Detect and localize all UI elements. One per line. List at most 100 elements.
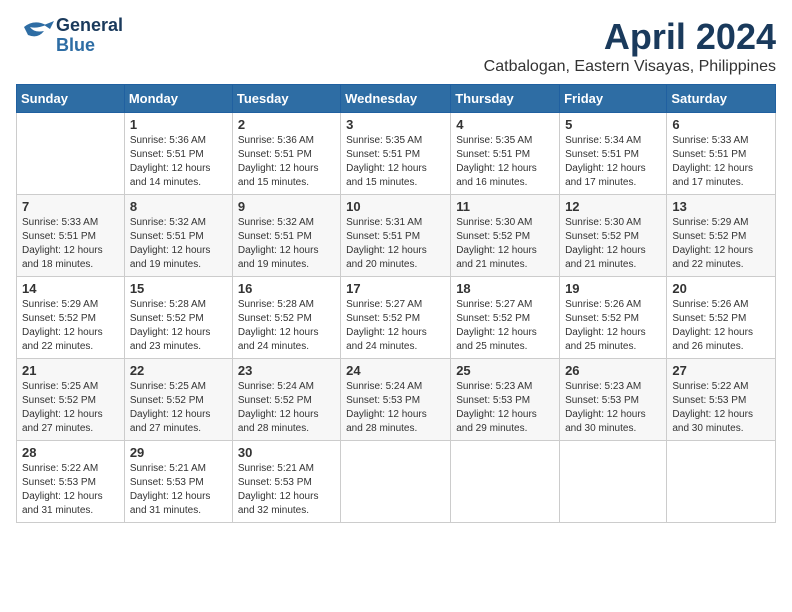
day-info: Sunrise: 5:23 AM Sunset: 5:53 PM Dayligh…: [565, 380, 661, 436]
week-row-3: 14 Sunrise: 5:29 AM Sunset: 5:52 PM Dayli…: [17, 277, 776, 359]
day-number: 23: [238, 363, 335, 378]
day-number: 22: [130, 363, 227, 378]
day-number: 7: [22, 199, 119, 214]
col-header-sunday: Sunday: [17, 85, 125, 113]
day-cell: 7 Sunrise: 5:33 AM Sunset: 5:51 PM Daylig…: [17, 195, 125, 277]
month-title: April 2024: [484, 16, 776, 58]
location-title: Catbalogan, Eastern Visayas, Philippines: [484, 58, 776, 76]
day-info: Sunrise: 5:32 AM Sunset: 5:51 PM Dayligh…: [238, 216, 335, 272]
day-cell: 22 Sunrise: 5:25 AM Sunset: 5:52 PM Dayli…: [124, 359, 232, 441]
day-cell: 30Sunrise: 5:21 AM Sunset: 5:53 PM Dayli…: [232, 441, 340, 523]
header-row: SundayMondayTuesdayWednesdayThursdayFrid…: [17, 85, 776, 113]
logo-icon: [16, 17, 54, 55]
day-number: 13: [672, 199, 770, 214]
week-row-2: 7 Sunrise: 5:33 AM Sunset: 5:51 PM Daylig…: [17, 195, 776, 277]
day-number: 6: [672, 117, 770, 132]
day-info: Sunrise: 5:26 AM Sunset: 5:52 PM Dayligh…: [672, 298, 770, 354]
day-number: 14: [22, 281, 119, 296]
day-info: Sunrise: 5:22 AM Sunset: 5:53 PM Dayligh…: [22, 462, 119, 518]
calendar-table: SundayMondayTuesdayWednesdayThursdayFrid…: [16, 84, 776, 523]
col-header-tuesday: Tuesday: [232, 85, 340, 113]
day-number: 1: [130, 117, 227, 132]
title-block: April 2024 Catbalogan, Eastern Visayas, …: [484, 16, 776, 76]
page-header: General Blue April 2024 Catbalogan, East…: [16, 16, 776, 76]
day-cell: 15Sunrise: 5:28 AM Sunset: 5:52 PM Dayli…: [124, 277, 232, 359]
col-header-thursday: Thursday: [451, 85, 560, 113]
day-cell: 29 Sunrise: 5:21 AM Sunset: 5:53 PM Dayli…: [124, 441, 232, 523]
day-number: 24: [346, 363, 445, 378]
day-cell: 25 Sunrise: 5:23 AM Sunset: 5:53 PM Dayli…: [451, 359, 560, 441]
day-cell: 20 Sunrise: 5:26 AM Sunset: 5:52 PM Dayli…: [667, 277, 776, 359]
day-cell: 18Sunrise: 5:27 AM Sunset: 5:52 PM Dayli…: [451, 277, 560, 359]
day-info: Sunrise: 5:22 AM Sunset: 5:53 PM Dayligh…: [672, 380, 770, 436]
day-info: Sunrise: 5:25 AM Sunset: 5:52 PM Dayligh…: [130, 380, 227, 436]
day-cell: [667, 441, 776, 523]
col-header-monday: Monday: [124, 85, 232, 113]
day-info: Sunrise: 5:35 AM Sunset: 5:51 PM Dayligh…: [346, 134, 445, 190]
day-number: 5: [565, 117, 661, 132]
day-info: Sunrise: 5:21 AM Sunset: 5:53 PM Dayligh…: [238, 462, 335, 518]
day-number: 26: [565, 363, 661, 378]
day-cell: 14 Sunrise: 5:29 AM Sunset: 5:52 PM Dayli…: [17, 277, 125, 359]
day-cell: 21Sunrise: 5:25 AM Sunset: 5:52 PM Dayli…: [17, 359, 125, 441]
day-cell: 9 Sunrise: 5:32 AM Sunset: 5:51 PM Daylig…: [232, 195, 340, 277]
day-info: Sunrise: 5:23 AM Sunset: 5:53 PM Dayligh…: [456, 380, 554, 436]
day-info: Sunrise: 5:21 AM Sunset: 5:53 PM Dayligh…: [130, 462, 227, 518]
day-cell: 8 Sunrise: 5:32 AM Sunset: 5:51 PM Daylig…: [124, 195, 232, 277]
day-cell: 4 Sunrise: 5:35 AM Sunset: 5:51 PM Daylig…: [451, 113, 560, 195]
day-info: Sunrise: 5:26 AM Sunset: 5:52 PM Dayligh…: [565, 298, 661, 354]
day-number: 12: [565, 199, 661, 214]
day-info: Sunrise: 5:30 AM Sunset: 5:52 PM Dayligh…: [456, 216, 554, 272]
day-cell: [451, 441, 560, 523]
day-cell: 23 Sunrise: 5:24 AM Sunset: 5:52 PM Dayli…: [232, 359, 340, 441]
day-info: Sunrise: 5:35 AM Sunset: 5:51 PM Dayligh…: [456, 134, 554, 190]
col-header-friday: Friday: [560, 85, 667, 113]
day-number: 8: [130, 199, 227, 214]
day-number: 3: [346, 117, 445, 132]
day-info: Sunrise: 5:28 AM Sunset: 5:52 PM Dayligh…: [238, 298, 335, 354]
col-header-saturday: Saturday: [667, 85, 776, 113]
day-info: Sunrise: 5:33 AM Sunset: 5:51 PM Dayligh…: [672, 134, 770, 190]
day-number: 20: [672, 281, 770, 296]
day-number: 4: [456, 117, 554, 132]
day-number: 9: [238, 199, 335, 214]
day-info: Sunrise: 5:33 AM Sunset: 5:51 PM Dayligh…: [22, 216, 119, 272]
day-cell: 19Sunrise: 5:26 AM Sunset: 5:52 PM Dayli…: [560, 277, 667, 359]
day-cell: 10Sunrise: 5:31 AM Sunset: 5:51 PM Dayli…: [341, 195, 451, 277]
day-number: 29: [130, 445, 227, 460]
day-info: Sunrise: 5:29 AM Sunset: 5:52 PM Dayligh…: [22, 298, 119, 354]
day-cell: 2Sunrise: 5:36 AM Sunset: 5:51 PM Daylig…: [232, 113, 340, 195]
week-row-5: 28 Sunrise: 5:22 AM Sunset: 5:53 PM Dayli…: [17, 441, 776, 523]
day-info: Sunrise: 5:24 AM Sunset: 5:53 PM Dayligh…: [346, 380, 445, 436]
day-number: 17: [346, 281, 445, 296]
day-number: 11: [456, 199, 554, 214]
day-info: Sunrise: 5:36 AM Sunset: 5:51 PM Dayligh…: [238, 134, 335, 190]
day-cell: 28 Sunrise: 5:22 AM Sunset: 5:53 PM Dayli…: [17, 441, 125, 523]
day-info: Sunrise: 5:30 AM Sunset: 5:52 PM Dayligh…: [565, 216, 661, 272]
day-number: 15: [130, 281, 227, 296]
week-row-1: 1 Sunrise: 5:36 AM Sunset: 5:51 PM Daylig…: [17, 113, 776, 195]
day-cell: 16 Sunrise: 5:28 AM Sunset: 5:52 PM Dayli…: [232, 277, 340, 359]
day-cell: 27Sunrise: 5:22 AM Sunset: 5:53 PM Dayli…: [667, 359, 776, 441]
day-info: Sunrise: 5:25 AM Sunset: 5:52 PM Dayligh…: [22, 380, 119, 436]
day-cell: 3 Sunrise: 5:35 AM Sunset: 5:51 PM Daylig…: [341, 113, 451, 195]
logo: General Blue: [16, 16, 123, 56]
col-header-wednesday: Wednesday: [341, 85, 451, 113]
logo-general: General: [56, 16, 123, 36]
day-number: 25: [456, 363, 554, 378]
day-number: 16: [238, 281, 335, 296]
day-info: Sunrise: 5:29 AM Sunset: 5:52 PM Dayligh…: [672, 216, 770, 272]
day-number: 18: [456, 281, 554, 296]
day-number: 10: [346, 199, 445, 214]
day-cell: [341, 441, 451, 523]
day-cell: 24 Sunrise: 5:24 AM Sunset: 5:53 PM Dayli…: [341, 359, 451, 441]
day-info: Sunrise: 5:24 AM Sunset: 5:52 PM Dayligh…: [238, 380, 335, 436]
day-info: Sunrise: 5:27 AM Sunset: 5:52 PM Dayligh…: [346, 298, 445, 354]
day-cell: [17, 113, 125, 195]
day-cell: 6 Sunrise: 5:33 AM Sunset: 5:51 PM Daylig…: [667, 113, 776, 195]
day-cell: 5Sunrise: 5:34 AM Sunset: 5:51 PM Daylig…: [560, 113, 667, 195]
day-number: 28: [22, 445, 119, 460]
day-info: Sunrise: 5:36 AM Sunset: 5:51 PM Dayligh…: [130, 134, 227, 190]
day-info: Sunrise: 5:32 AM Sunset: 5:51 PM Dayligh…: [130, 216, 227, 272]
day-cell: 1 Sunrise: 5:36 AM Sunset: 5:51 PM Daylig…: [124, 113, 232, 195]
